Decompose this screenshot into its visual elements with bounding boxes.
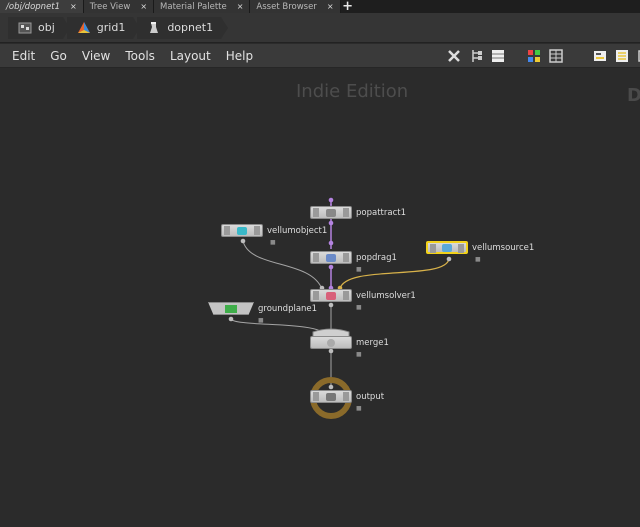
list-view-icon[interactable] [490, 48, 506, 64]
pane-menu-icon[interactable] [636, 48, 640, 64]
close-icon[interactable]: × [327, 2, 334, 11]
close-icon[interactable]: × [237, 2, 244, 11]
node-label: vellumsource1 [472, 242, 535, 253]
menu-view[interactable]: View [82, 49, 110, 63]
node-label: popdrag1 [356, 252, 397, 263]
wire-groundplane-merge [230, 318, 326, 336]
breadcrumb-label: dopnet1 [167, 21, 214, 34]
shirt-icon [237, 226, 247, 235]
output-connector [328, 264, 334, 270]
tab-label: /obj/dopnet1 [6, 1, 61, 12]
grid-view-icon[interactable] [548, 48, 564, 64]
toolbar [440, 47, 640, 65]
breadcrumb-label: obj [38, 21, 55, 34]
tab-network[interactable]: /obj/dopnet1 × [0, 0, 84, 13]
node-vellumobject1[interactable]: vellumobject1 [221, 224, 327, 237]
wire-vellumobject-solver [242, 240, 323, 290]
node-body[interactable] [310, 251, 352, 264]
node-vellumsolver1[interactable]: vellumsolver1 [310, 289, 416, 302]
network-icon[interactable] [614, 48, 630, 64]
output-connector [228, 316, 234, 322]
menu-tools[interactable]: Tools [125, 49, 155, 63]
node-popdrag1[interactable]: popdrag1 [310, 251, 397, 264]
node-merge1[interactable]: merge1 [310, 336, 389, 349]
vellum-source-icon [442, 243, 452, 252]
node-body-selected[interactable] [426, 241, 468, 254]
lock-icon: ■ [356, 351, 362, 358]
close-icon[interactable]: × [140, 2, 147, 11]
output-connector [240, 238, 246, 244]
tree-list-icon[interactable] [468, 48, 484, 64]
input-connector [328, 197, 334, 203]
close-icon[interactable]: × [70, 2, 77, 11]
obj-network-icon [18, 21, 32, 35]
lock-icon: ■ [475, 256, 481, 263]
pop-drag-icon [326, 253, 336, 262]
breadcrumb-obj[interactable]: obj [8, 16, 70, 39]
output-connector [328, 220, 334, 226]
lock-icon: ■ [356, 266, 362, 273]
node-label: merge1 [356, 337, 389, 348]
tab-label: Tree View [89, 1, 131, 12]
tab-label: Material Palette [160, 1, 227, 12]
node-body[interactable] [208, 302, 254, 315]
output-connector [328, 348, 334, 354]
geometry-icon [77, 21, 91, 35]
network-editor[interactable]: Indie Edition D popattract1 vellumobject… [0, 69, 640, 527]
output-icon [326, 392, 336, 401]
breadcrumb-label: grid1 [96, 21, 126, 34]
menu-edit[interactable]: Edit [12, 49, 35, 63]
node-label: popattract1 [356, 207, 406, 218]
merge-icon [327, 338, 335, 347]
tab-asset-browser[interactable]: Asset Browser × [250, 0, 341, 13]
pop-attract-icon [326, 208, 336, 217]
node-body[interactable] [310, 390, 352, 403]
tab-tree-view[interactable]: Tree View × [83, 0, 155, 13]
pane-tab-bar: /obj/dopnet1 × Tree View × Material Palett… [0, 0, 640, 13]
node-output[interactable]: output [310, 390, 384, 403]
node-body[interactable] [310, 289, 352, 302]
vellum-solver-icon [326, 291, 336, 300]
menu-help[interactable]: Help [226, 49, 253, 63]
breadcrumb-dopnet1[interactable]: dopnet1 [137, 16, 228, 39]
node-body[interactable] [221, 224, 263, 237]
node-body[interactable] [310, 206, 352, 219]
node-groundplane1[interactable]: groundplane1 [208, 302, 317, 315]
menu-layout[interactable]: Layout [170, 49, 211, 63]
tools-icon[interactable] [446, 48, 462, 64]
lock-icon: ■ [258, 317, 264, 324]
node-body[interactable] [310, 336, 352, 349]
output-connector [328, 302, 334, 308]
color-palette-icon[interactable] [526, 48, 542, 64]
node-label: output [356, 391, 385, 402]
path-bar: obj grid1 dopnet1 [0, 13, 640, 43]
lock-icon: ■ [356, 405, 362, 412]
node-popattract1[interactable]: popattract1 [310, 206, 406, 219]
menu-go[interactable]: Go [50, 49, 67, 63]
node-vellumsource1[interactable]: vellumsource1 [426, 241, 534, 254]
tab-material-palette[interactable]: Material Palette × [154, 0, 251, 13]
lock-icon: ■ [270, 239, 276, 246]
ground-plane-icon [225, 304, 237, 313]
node-label: groundplane1 [258, 303, 318, 314]
add-tab-button[interactable]: + [341, 0, 355, 13]
breadcrumb-grid1[interactable]: grid1 [66, 16, 140, 39]
parameter-icon[interactable] [592, 48, 608, 64]
node-label: vellumsolver1 [356, 290, 416, 301]
lock-icon: ■ [356, 304, 362, 311]
node-label: vellumobject1 [267, 225, 328, 236]
dopnet-icon [147, 21, 161, 35]
tab-label: Asset Browser [256, 1, 317, 12]
input-connector [328, 384, 334, 390]
output-connector [446, 256, 452, 262]
input-connector [328, 240, 334, 246]
